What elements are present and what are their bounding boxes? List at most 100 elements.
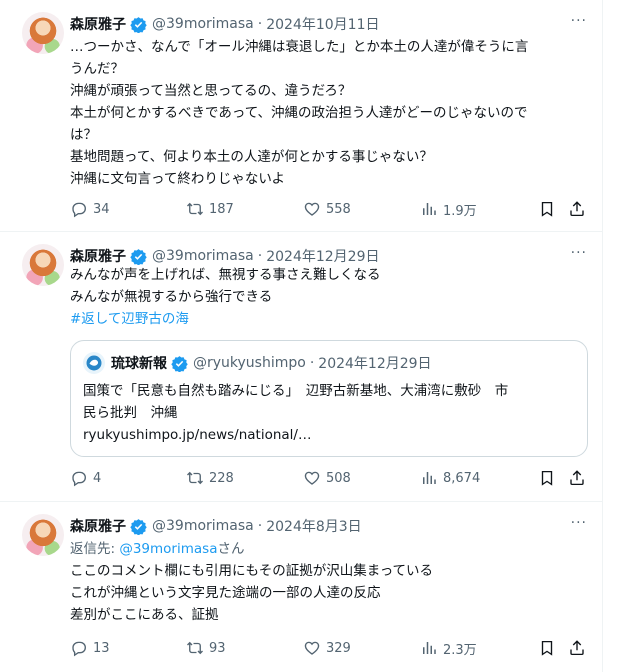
- tweet[interactable]: 森原雅子 @39morimasa · 2024年10月11日 ··· …つーかさ…: [0, 0, 603, 232]
- like-count: 508: [326, 470, 351, 486]
- share-button[interactable]: [568, 638, 586, 658]
- tweet-text: …つーかさ、なんで「オール沖縄は衰退した」とか本土の人達が偉そうに言 うんだ？ …: [70, 36, 590, 190]
- views-count: 1.9万: [443, 203, 477, 219]
- separator: ·: [257, 518, 263, 534]
- share-button[interactable]: [568, 468, 586, 488]
- share-icon: [570, 201, 584, 217]
- retweet-button[interactable]: 187: [186, 199, 234, 219]
- bookmark-icon: [541, 470, 553, 486]
- action-bar: 4 228 508 8,674: [70, 468, 590, 488]
- tweet-header: 森原雅子 @39morimasa · 2024年10月11日: [70, 14, 379, 34]
- more-icon[interactable]: ···: [571, 13, 587, 29]
- tweet-text-line: 基地問題って、何より本土の人達が何とかする事じゃない？: [70, 149, 433, 165]
- separator: ·: [257, 248, 263, 264]
- retweet-button[interactable]: 93: [186, 638, 226, 658]
- author-handle[interactable]: @39morimasa: [152, 16, 254, 32]
- reply-to-handle[interactable]: @39morimasa: [119, 541, 217, 557]
- hashtag-link[interactable]: #返して辺野古の海: [70, 308, 590, 330]
- tweet[interactable]: 森原雅子 @39morimasa · 2024年12月29日 ··· みんなが声…: [0, 232, 603, 502]
- reply-icon: [72, 471, 86, 487]
- share-icon: [570, 470, 584, 486]
- quoted-tweet-text: 国策で「民意も自然も踏みにじる」 辺野古新基地、大浦湾に敷砂 市 民ら批判 沖縄…: [83, 380, 573, 446]
- tweet-text-line: ここのコメント欄にも引用にもその証拠が沢山集まっている: [70, 563, 434, 579]
- author-name[interactable]: 森原雅子: [70, 14, 126, 34]
- reply-icon: [72, 641, 86, 657]
- like-button[interactable]: 558: [303, 199, 351, 219]
- verified-badge-icon: [130, 16, 147, 33]
- quoted-link[interactable]: ryukyushimpo.jp/news/national/…: [83, 424, 573, 446]
- tweet-text-line: 差別がここにある、証拠: [70, 607, 219, 623]
- retweet-count: 93: [209, 640, 226, 656]
- views-button[interactable]: 1.9万: [420, 199, 477, 219]
- tweet-text-line: うんだ？: [70, 61, 124, 77]
- views-icon: [423, 203, 436, 215]
- bookmark-button[interactable]: [538, 638, 556, 658]
- verified-badge-icon: [171, 355, 188, 372]
- tweet-date[interactable]: 2024年12月29日: [266, 246, 379, 266]
- like-count: 329: [326, 640, 351, 656]
- quoted-text-line: 国策で「民意も自然も踏みにじる」 辺野古新基地、大浦湾に敷砂 市: [83, 383, 509, 399]
- reply-count: 4: [93, 470, 102, 486]
- retweet-icon: [187, 202, 203, 216]
- more-icon[interactable]: ···: [571, 245, 587, 261]
- tweet-text-line: 本土が何とかするべきであって、沖縄の政治担う人達がどーのじゃないので: [70, 105, 528, 121]
- like-icon: [304, 641, 320, 655]
- separator: ·: [309, 355, 315, 371]
- quoted-tweet-date: 2024年12月29日: [318, 356, 432, 372]
- reply-button[interactable]: 4: [70, 468, 101, 488]
- verified-badge-icon: [130, 248, 147, 265]
- views-button[interactable]: 2.3万: [420, 638, 477, 658]
- tweet-text-line: これが沖縄という文字見た途端の一部の人達の反応: [70, 585, 381, 601]
- reply-button[interactable]: 34: [70, 199, 110, 219]
- reply-icon: [72, 202, 86, 218]
- like-icon: [304, 471, 320, 485]
- tweet-text-line: …つーかさ、なんで「オール沖縄は衰退した」とか本土の人達が偉そうに言: [70, 39, 529, 55]
- author-handle[interactable]: @39morimasa: [152, 248, 254, 264]
- reply-to-line: 返信先: @39morimasaさん: [70, 538, 590, 560]
- like-button[interactable]: 508: [303, 468, 351, 488]
- views-icon: [423, 472, 436, 484]
- bookmark-button[interactable]: [538, 468, 556, 488]
- like-button[interactable]: 329: [303, 638, 351, 658]
- avatar[interactable]: [22, 244, 64, 286]
- tweet-text-line: 沖縄に文句言って終わりじゃないよ: [70, 171, 286, 187]
- bookmark-icon: [541, 201, 553, 217]
- views-count: 2.3万: [443, 642, 477, 658]
- reply-count: 34: [93, 201, 110, 217]
- action-bar: 34 187 558 1.9万: [70, 199, 590, 219]
- tweet-text: 返信先: @39morimasaさん ここのコメント欄にも引用にもその証拠が沢山…: [70, 538, 590, 626]
- author-name[interactable]: 森原雅子: [70, 516, 126, 536]
- author-name[interactable]: 森原雅子: [70, 246, 126, 266]
- views-button[interactable]: 8,674: [420, 468, 480, 488]
- tweet-date[interactable]: 2024年8月3日: [266, 516, 361, 536]
- quoted-tweet-header: 琉球新報 @ryukyushimpo · 2024年12月29日: [83, 352, 432, 374]
- bookmark-button[interactable]: [538, 199, 556, 219]
- reply-to-prefix: 返信先:: [70, 541, 120, 557]
- quoted-author-name: 琉球新報: [111, 356, 167, 372]
- tweet-text-line: は？: [70, 127, 97, 143]
- share-icon: [570, 640, 584, 656]
- tweet-date[interactable]: 2024年10月11日: [266, 14, 379, 34]
- avatar[interactable]: [22, 514, 64, 556]
- verified-badge-icon: [130, 518, 147, 535]
- like-count: 558: [326, 201, 351, 217]
- tweet-text-line: みんなが無視するから強行できる: [70, 289, 273, 305]
- avatar[interactable]: [22, 12, 64, 54]
- separator: ·: [257, 16, 263, 32]
- tweet-text-line: みんなが声を上げれば、無視する事さえ難しくなる: [70, 267, 381, 283]
- tweet[interactable]: 森原雅子 @39morimasa · 2024年8月3日 ··· 返信先: @3…: [0, 502, 603, 672]
- reply-button[interactable]: 13: [70, 638, 110, 658]
- share-button[interactable]: [568, 199, 586, 219]
- retweet-button[interactable]: 228: [186, 468, 234, 488]
- timeline-feed: 森原雅子 @39morimasa · 2024年10月11日 ··· …つーかさ…: [0, 0, 603, 672]
- quoted-tweet[interactable]: 琉球新報 @ryukyushimpo · 2024年12月29日 国策で「民意も…: [70, 340, 588, 457]
- retweet-count: 187: [209, 201, 234, 217]
- author-handle[interactable]: @39morimasa: [152, 518, 254, 534]
- views-icon: [423, 642, 436, 654]
- retweet-icon: [187, 641, 203, 655]
- quoted-author-handle: @ryukyushimpo: [193, 355, 306, 371]
- retweet-icon: [187, 471, 203, 485]
- tweet-text: みんなが声を上げれば、無視する事さえ難しくなる みんなが無視するから強行できる …: [70, 264, 590, 330]
- tweet-header: 森原雅子 @39morimasa · 2024年8月3日: [70, 516, 362, 536]
- more-icon[interactable]: ···: [571, 515, 587, 531]
